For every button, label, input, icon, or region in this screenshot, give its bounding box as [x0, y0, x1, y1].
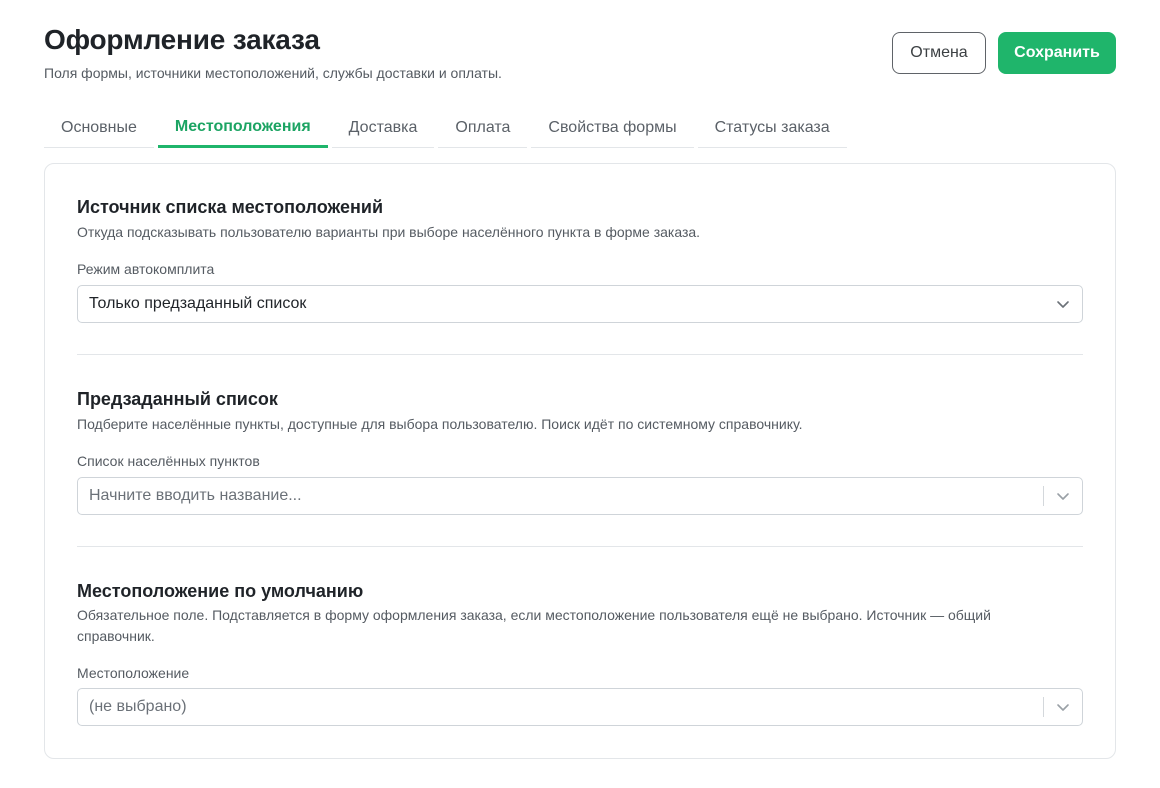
tab-form-properties[interactable]: Свойства формы [531, 108, 694, 148]
chevron-down-icon[interactable] [1044, 689, 1082, 725]
section-divider [77, 546, 1083, 547]
default-section-description: Обязательное поле. Подставляется в форму… [77, 607, 991, 644]
preset-section-title: Предзаданный список [77, 389, 278, 409]
tab-delivery[interactable]: Доставка [331, 108, 435, 148]
autocomplete-mode-value: Только предзаданный список [89, 295, 307, 312]
source-section-description: Откуда подсказывать пользователю вариант… [77, 224, 701, 240]
tab-locations[interactable]: Местоположения [157, 108, 328, 148]
default-location-value: (не выбрано) [89, 698, 187, 715]
preset-section-description: Подберите населённые пункты, доступные д… [77, 416, 803, 432]
tab-payment[interactable]: Оплата [438, 108, 528, 148]
settlements-list-placeholder: Начните вводить название... [89, 487, 302, 504]
page-subtitle: Поля формы, источники местоположений, сл… [44, 65, 502, 81]
tab-bar: Основные Местоположения Доставка Оплата … [44, 108, 851, 148]
save-button[interactable]: Сохранить [998, 32, 1116, 74]
tab-order-statuses[interactable]: Статусы заказа [697, 108, 847, 148]
settlements-list-input[interactable]: Начните вводить название... [77, 477, 1083, 515]
location-label: Местоположение [77, 665, 190, 681]
cancel-button[interactable]: Отмена [892, 32, 986, 74]
default-section-title: Местоположение по умолчанию [77, 581, 364, 601]
autocomplete-mode-label: Режим автокомплита [77, 261, 215, 277]
locations-settings-card: Источник списка местоположений Откуда по… [44, 163, 1116, 759]
tab-general[interactable]: Основные [44, 108, 154, 148]
source-section-title: Источник списка местоположений [77, 197, 384, 217]
default-location-select[interactable]: (не выбрано) [77, 688, 1083, 726]
chevron-down-icon [1044, 286, 1082, 322]
autocomplete-mode-select[interactable]: Только предзаданный список [77, 285, 1083, 323]
section-divider [77, 354, 1083, 355]
chevron-down-icon[interactable] [1044, 478, 1082, 514]
page-title: Оформление заказа [44, 24, 320, 55]
settlements-list-label: Список населённых пунктов [77, 453, 260, 469]
